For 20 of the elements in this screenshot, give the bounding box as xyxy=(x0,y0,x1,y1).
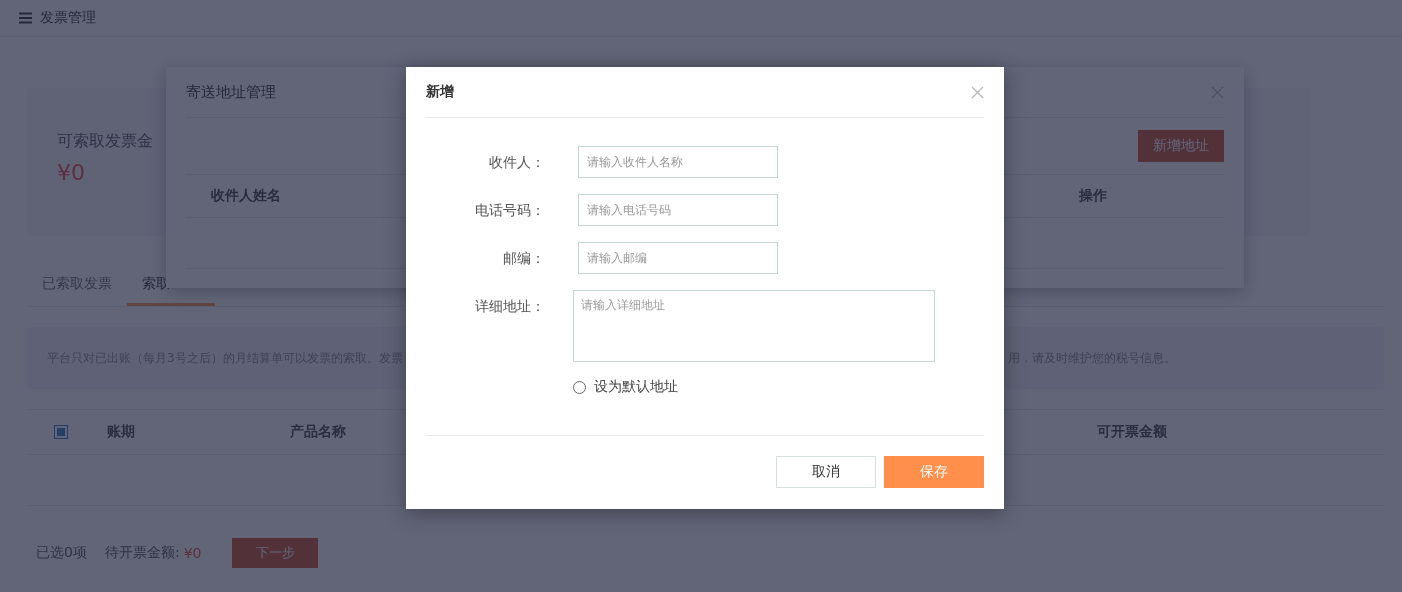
column-header: 可开票金额 xyxy=(1097,423,1167,439)
cancel-button[interactable]: 取消 xyxy=(776,456,876,488)
input-field[interactable]: 请输入收件人名称 xyxy=(578,146,778,178)
dialog-title: 新增 xyxy=(426,83,454,101)
column-header: 账期 xyxy=(107,423,135,439)
field-label: 电话号码： xyxy=(474,201,545,220)
column-header: 收件人姓名 xyxy=(211,187,281,205)
summary-amount: ¥0 xyxy=(57,160,85,185)
input-field[interactable]: 请输入电话号码 xyxy=(578,194,778,226)
pending-amount: ¥0 xyxy=(183,545,202,561)
column-header: 操作 xyxy=(1079,187,1107,205)
default-address-radio[interactable]: 设为默认地址 xyxy=(573,378,678,396)
field-label: 详细地址： xyxy=(474,297,545,316)
address-field[interactable]: 请输入详细地址 xyxy=(573,290,935,362)
close-icon[interactable] xyxy=(971,85,984,99)
field-label: 收件人： xyxy=(488,153,545,172)
column-header: 产品名称 xyxy=(290,423,346,439)
input-field[interactable]: 请输入邮编 xyxy=(578,242,778,274)
field-label: 邮编： xyxy=(502,249,545,268)
save-button[interactable]: 保存 xyxy=(884,456,984,488)
